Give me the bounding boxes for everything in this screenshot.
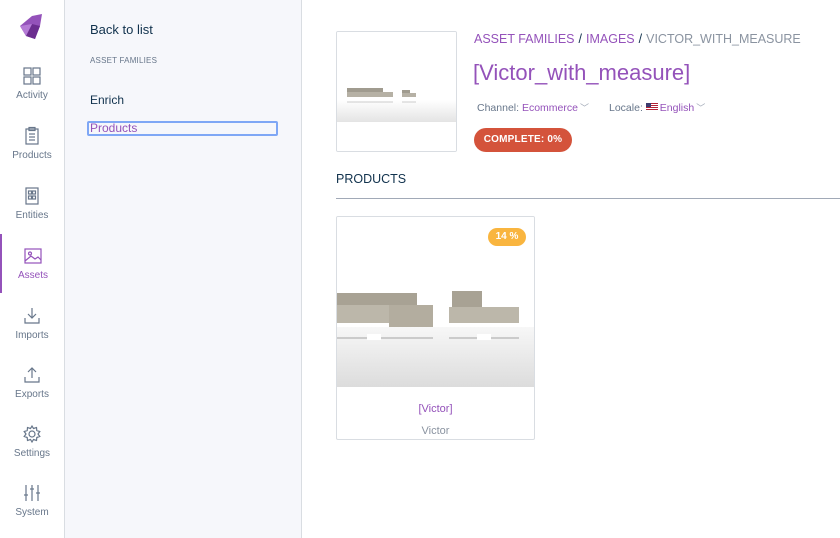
completeness-percent-badge: 14 %: [488, 228, 526, 246]
section-divider: [336, 198, 840, 199]
main-navigation: Activity Products Entities Assets Import…: [0, 0, 65, 538]
nav-item-settings[interactable]: Settings: [0, 424, 64, 482]
back-to-list-link[interactable]: Back to list: [90, 22, 153, 37]
nav-item-activity[interactable]: Activity: [0, 66, 64, 124]
breadcrumb-asset-families[interactable]: ASSET FAMILIES: [474, 32, 575, 46]
nav-label-settings: Settings: [13, 448, 51, 459]
nav-label-products: Products: [12, 150, 52, 161]
nav-item-system[interactable]: System: [0, 483, 64, 538]
clipboard-icon: [25, 126, 39, 145]
product-card-subtitle: Victor: [421, 425, 450, 437]
product-card[interactable]: 14 % [Victor] Victor: [336, 216, 535, 440]
completeness-badge: COMPLETE: 0%: [474, 128, 572, 152]
breadcrumb-current: VICTOR_WITH_MEASURE: [646, 32, 801, 46]
sofa-image: [337, 32, 456, 151]
product-card-title[interactable]: [Victor]: [337, 403, 534, 415]
upload-icon: [24, 367, 40, 383]
locale-label: Locale:: [609, 102, 643, 114]
nav-label-exports: Exports: [15, 389, 49, 400]
breadcrumb-separator: /: [638, 32, 643, 46]
breadcrumb: ASSET FAMILIES / IMAGES / VICTOR_WITH_MEASUR…: [474, 32, 801, 46]
channel-value[interactable]: Ecommerce: [522, 102, 578, 114]
download-icon: [24, 308, 40, 324]
locale-switcher[interactable]: Locale: English ﹀: [609, 101, 705, 114]
nav-label-imports: Imports: [15, 330, 49, 341]
chevron-down-icon: ﹀: [696, 103, 706, 113]
breadcrumb-separator: /: [578, 32, 582, 46]
breadcrumb-images[interactable]: IMAGES: [586, 32, 635, 46]
entities-icon: [25, 187, 39, 205]
nav-item-assets[interactable]: Assets: [0, 234, 64, 293]
nav-label-assets: Assets: [17, 270, 48, 281]
nav-item-imports[interactable]: Imports: [0, 306, 64, 364]
activity-grid-icon: [23, 67, 41, 85]
nav-label-activity: Activity: [16, 90, 48, 101]
akeneo-logo-icon[interactable]: [16, 12, 46, 42]
secondary-navigation: Back to list ASSET FAMILIES Enrich Produ…: [65, 0, 302, 538]
sliders-icon: [24, 485, 40, 501]
subnav-item-enrich[interactable]: Enrich: [90, 93, 124, 107]
nav-label-system: System: [15, 507, 49, 518]
gear-icon: [23, 424, 41, 444]
nav-label-entities: Entities: [15, 210, 49, 221]
channel-switcher[interactable]: Channel: Ecommerce ﹀: [477, 101, 589, 114]
subnav-item-products[interactable]: Products: [87, 121, 278, 136]
image-icon: [24, 248, 42, 264]
section-title: ASSET FAMILIES: [90, 56, 158, 65]
chevron-down-icon: ﹀: [579, 103, 589, 113]
us-flag-icon: [645, 103, 658, 111]
page-title: [Victor_with_measure]: [473, 60, 691, 85]
products-section-title: PRODUCTS: [336, 172, 407, 186]
channel-label: Channel:: [477, 102, 520, 114]
nav-item-exports[interactable]: Exports: [0, 365, 64, 423]
nav-item-products[interactable]: Products: [0, 126, 64, 184]
locale-value[interactable]: English: [660, 102, 694, 114]
asset-thumbnail[interactable]: [336, 31, 457, 152]
